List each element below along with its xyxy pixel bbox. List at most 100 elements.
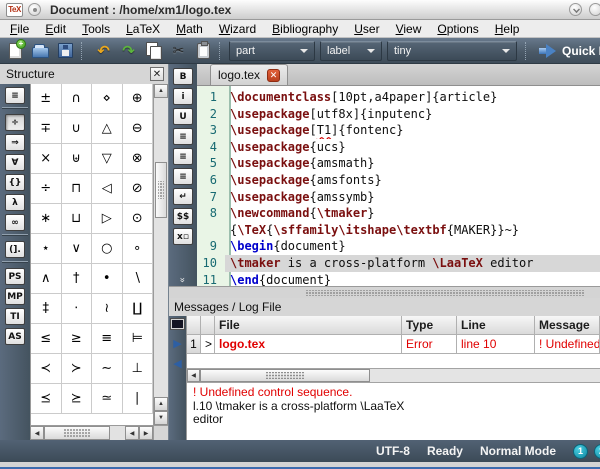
misc-symbols-icon[interactable]: ∀: [5, 154, 25, 171]
menu-math[interactable]: Math: [168, 21, 211, 37]
symbol-cell[interactable]: ≀: [92, 294, 123, 324]
quick-build-run-icon[interactable]: [539, 44, 556, 58]
symbol-cell[interactable]: ⊓: [62, 174, 93, 204]
symbol-cell[interactable]: ∪: [62, 114, 93, 144]
symbol-cell[interactable]: ≃: [92, 384, 123, 414]
metapost-icon[interactable]: MP: [5, 288, 25, 305]
menu-view[interactable]: View: [388, 21, 430, 37]
symbol-cell[interactable]: ⊎: [62, 144, 93, 174]
titlebar[interactable]: TeX Document : /home/xm1/logo.tex: [0, 0, 600, 20]
scroll-up-icon[interactable]: ▲: [154, 397, 168, 411]
symbol-cell[interactable]: ▽: [92, 144, 123, 174]
scroll-left-icon[interactable]: ◀: [187, 369, 200, 382]
align-left-icon[interactable]: ≡: [173, 128, 193, 145]
symbol-cell[interactable]: ∩: [62, 84, 93, 114]
symbol-cell[interactable]: ⋄: [92, 84, 123, 114]
symbol-cell[interactable]: ∗: [31, 204, 62, 234]
new-document-button[interactable]: +: [3, 40, 28, 62]
table-cell-file[interactable]: logo.tex: [215, 335, 402, 354]
copy-button[interactable]: [141, 40, 166, 62]
quick-build-button[interactable]: Quick Build: [562, 44, 600, 58]
italic-icon[interactable]: i: [173, 88, 193, 105]
code-line[interactable]: 7\usepackage{amssymb}: [197, 189, 600, 206]
code-line[interactable]: 9\begin{document}: [197, 238, 600, 255]
code-editor[interactable]: 1\documentclass[10pt,a4paper]{article}2\…: [197, 86, 600, 286]
scroll-left-icon[interactable]: ◀: [30, 426, 44, 440]
panel-splitter[interactable]: [169, 286, 600, 298]
menu-tools[interactable]: Tools: [74, 21, 118, 37]
symbol-cell[interactable]: ≻: [62, 354, 93, 384]
close-button[interactable]: [589, 3, 600, 16]
symbol-cell[interactable]: ⪰: [62, 384, 93, 414]
symbol-cell[interactable]: ⪯: [31, 384, 62, 414]
line-break-icon[interactable]: ↵: [173, 188, 193, 205]
symbol-cell[interactable]: ⊙: [123, 204, 154, 234]
scroll-track[interactable]: [370, 369, 600, 382]
scroll-down-icon[interactable]: ▼: [154, 411, 168, 425]
open-file-button[interactable]: [28, 40, 53, 62]
symbol-cell[interactable]: ∐: [123, 294, 154, 324]
code-line[interactable]: 2\usepackage[utf8x]{inputenc}: [197, 106, 600, 123]
undo-button[interactable]: ↶: [91, 40, 116, 62]
code-line[interactable]: 4\usepackage{ucs}: [197, 139, 600, 156]
log-table-row[interactable]: 1>logo.texErrorline 10! Undefined: [187, 335, 600, 354]
asymptote-icon[interactable]: AS: [5, 328, 25, 345]
symbol-cell[interactable]: †: [62, 264, 93, 294]
previous-error-icon[interactable]: ◀: [173, 358, 181, 369]
menu-options[interactable]: Options: [429, 21, 486, 37]
shade-button[interactable]: [569, 3, 582, 16]
symbol-cell[interactable]: •: [92, 264, 123, 294]
symbol-cell[interactable]: ◁: [92, 174, 123, 204]
brackets-icon[interactable]: (].: [5, 241, 25, 258]
symbol-cell[interactable]: ▷: [92, 204, 123, 234]
symbol-cell[interactable]: ±: [31, 84, 62, 114]
code-line[interactable]: 1\documentclass[10pt,a4paper]{article}: [197, 89, 600, 106]
symbol-cell[interactable]: ‡: [31, 294, 62, 324]
symbol-cell[interactable]: ∼: [92, 354, 123, 384]
tab-logo-tex[interactable]: logo.tex ✕: [210, 64, 288, 85]
greek-letters-icon[interactable]: λ: [5, 194, 25, 211]
code-line[interactable]: 11\end{document}: [197, 272, 600, 286]
symbol-horizontal-scrollbar[interactable]: ◀ ◀ ▶: [30, 425, 153, 440]
symbol-cell[interactable]: △: [92, 114, 123, 144]
symbol-cell[interactable]: ⋆: [31, 234, 62, 264]
symbol-cell[interactable]: ≥: [62, 324, 93, 354]
menu-help[interactable]: Help: [487, 21, 528, 37]
table-cell-type[interactable]: Error: [402, 335, 457, 354]
symbol-vertical-scrollbar[interactable]: ▲ ▲ ▼: [153, 84, 168, 425]
redo-button[interactable]: ↷: [116, 40, 141, 62]
menu-edit[interactable]: Edit: [37, 21, 74, 37]
status-badge[interactable]: 1: [573, 444, 588, 459]
scroll-track[interactable]: [154, 98, 168, 397]
fontsize-dropdown[interactable]: tiny: [387, 41, 517, 61]
scroll-up-icon[interactable]: ▲: [154, 84, 168, 98]
align-right-icon[interactable]: ≡: [173, 168, 193, 185]
symbol-cell[interactable]: ∨: [62, 234, 93, 264]
code-line[interactable]: 10\tmaker is a cross-platform \LaaTeX ed…: [197, 255, 600, 272]
code-line[interactable]: 3\usepackage[T1]{fontenc}: [197, 122, 600, 139]
symbol-cell[interactable]: ○: [92, 234, 123, 264]
menu-user[interactable]: User: [346, 21, 387, 37]
pstricks-icon[interactable]: PS: [5, 268, 25, 285]
tikz-icon[interactable]: TI: [5, 308, 25, 325]
arrows-icon[interactable]: ⇒: [5, 134, 25, 151]
menu-file[interactable]: File: [2, 21, 37, 37]
table-row-number[interactable]: 1: [187, 335, 201, 354]
misc-math-icon[interactable]: ∞: [5, 214, 25, 231]
binary-operators-icon[interactable]: ÷: [5, 114, 25, 131]
symbol-cell[interactable]: ⊔: [62, 204, 93, 234]
symbol-cell[interactable]: ∓: [31, 114, 62, 144]
symbol-cell[interactable]: ⊕: [123, 84, 154, 114]
cut-button[interactable]: ✂: [166, 40, 191, 62]
code-line[interactable]: {\TeX{\sffamily\itshape\textbf{MAKER}}~}: [197, 222, 600, 239]
structure-close-button[interactable]: ✕: [150, 67, 164, 81]
symbol-cell[interactable]: ⊖: [123, 114, 154, 144]
symbol-cell[interactable]: ≺: [31, 354, 62, 384]
symbol-cell[interactable]: ⊘: [123, 174, 154, 204]
symbol-cell[interactable]: ⊨: [123, 324, 154, 354]
reference-dropdown[interactable]: label: [320, 41, 382, 61]
symbol-cell[interactable]: ⊗: [123, 144, 154, 174]
scroll-thumb[interactable]: [44, 426, 110, 440]
code-line[interactable]: 6\usepackage{amsfonts}: [197, 172, 600, 189]
symbol-cell[interactable]: ⋅: [62, 294, 93, 324]
